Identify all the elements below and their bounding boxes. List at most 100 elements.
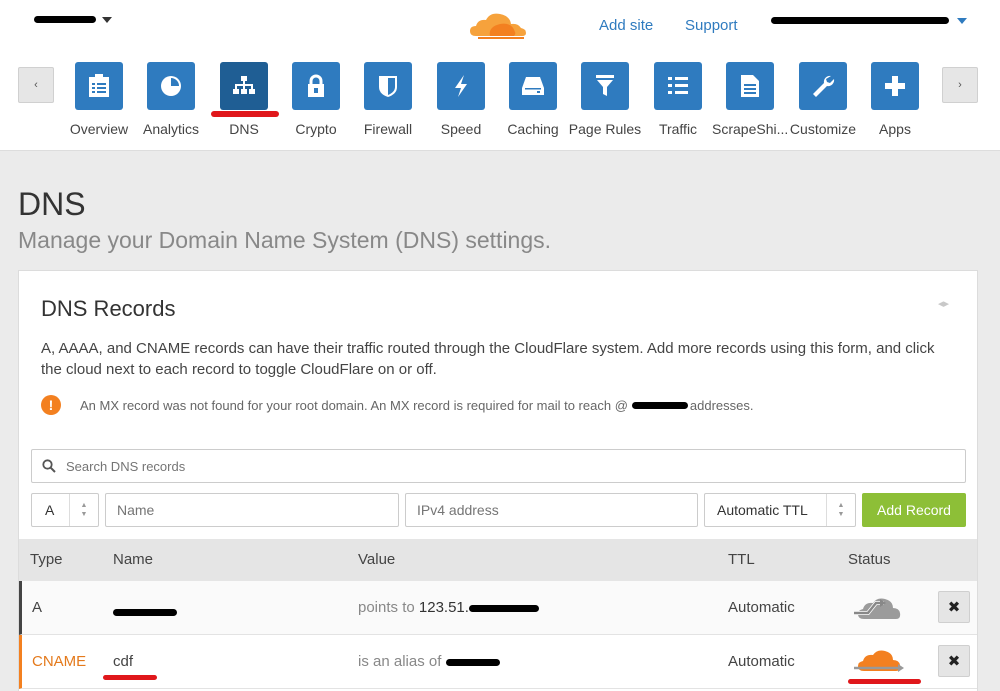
lock-icon — [292, 62, 340, 110]
table-row: CNAME cdf is an alias of Automatic ✖ — [19, 635, 977, 689]
app-crypto[interactable]: Crypto — [278, 62, 354, 137]
column-header-value: Value — [358, 551, 396, 568]
mx-warning: ! An MX record was not found for your ro… — [41, 395, 753, 415]
domain-selector[interactable] — [34, 16, 112, 23]
redacted-target — [445, 658, 500, 666]
search-input[interactable] — [66, 458, 916, 474]
drive-icon — [509, 62, 557, 110]
table-row: A points to 123.51. Automatic ✖ — [19, 581, 977, 635]
support-link[interactable]: Support — [685, 17, 738, 34]
page-subtitle: Manage your Domain Name System (DNS) set… — [18, 227, 552, 253]
collapse-icon[interactable]: ◂▸ — [938, 297, 949, 310]
overview-icon — [75, 62, 123, 110]
add-record-button[interactable]: Add Record — [862, 493, 966, 527]
app-label: Customize — [789, 121, 857, 137]
dns-only-cloud-icon[interactable] — [852, 593, 904, 623]
record-type: CNAME — [32, 653, 87, 670]
list-icon — [654, 62, 702, 110]
search-box[interactable] — [31, 449, 966, 483]
cloudflare-logo — [470, 13, 526, 39]
app-label: Analytics — [142, 121, 200, 137]
records-table-header: Type Name Value TTL Status — [19, 539, 977, 581]
top-bar: Add site Support ‹ › Overview Analytics … — [0, 0, 1000, 151]
app-traffic[interactable]: Traffic — [640, 62, 716, 137]
app-label: Firewall — [363, 121, 413, 137]
value-prefix: points to — [358, 599, 415, 616]
shield-icon — [364, 62, 412, 110]
page-title: DNS — [18, 186, 86, 222]
value-prefix: is an alias of — [358, 653, 442, 670]
account-menu[interactable] — [771, 17, 967, 24]
warning-icon: ! — [41, 395, 61, 415]
redacted-name — [113, 609, 177, 616]
app-label: Caching — [507, 121, 559, 137]
lightning-icon — [437, 62, 485, 110]
record-ttl[interactable]: Automatic — [728, 599, 795, 616]
mx-warning-before: An MX record was not found for your root… — [80, 397, 628, 413]
app-scrapeshield[interactable]: ScrapeShi... — [712, 62, 788, 137]
record-value: points to 123.51. — [358, 599, 539, 616]
analytics-icon — [147, 62, 195, 110]
record-type: A — [32, 599, 43, 616]
app-analytics[interactable]: Analytics — [133, 62, 209, 137]
ttl-select[interactable]: Automatic TTL ▲ ▼ — [704, 493, 856, 527]
value-visible: 123.51. — [418, 599, 469, 616]
card-description: A, AAAA, and CNAME records can have thei… — [41, 340, 935, 378]
document-icon — [726, 62, 774, 110]
app-speed[interactable]: Speed — [423, 62, 499, 137]
app-label: Overview — [69, 121, 129, 137]
dns-annotation-underline — [211, 111, 279, 117]
app-overview[interactable]: Overview — [61, 62, 137, 137]
column-header-status: Status — [848, 551, 891, 568]
ipv4-input[interactable] — [405, 493, 698, 527]
name-annotation-underline — [103, 675, 157, 680]
nav-prev-button[interactable]: ‹ — [18, 67, 54, 103]
stepper-icon: ▲ ▼ — [80, 502, 88, 518]
record-type-select[interactable]: A ▲ ▼ — [31, 493, 99, 527]
plus-icon — [871, 62, 919, 110]
name-input[interactable] — [105, 493, 399, 527]
stepper-icon: ▲ ▼ — [837, 502, 845, 518]
record-value: is an alias of — [358, 653, 500, 670]
dns-icon — [220, 62, 268, 110]
record-name[interactable] — [113, 603, 177, 620]
search-icon — [42, 459, 56, 473]
app-label: DNS — [229, 121, 259, 137]
status-annotation-underline — [848, 679, 921, 684]
record-ttl[interactable]: Automatic — [728, 653, 795, 670]
redacted-ip — [468, 604, 539, 612]
mx-warning-text: An MX record was not found for your root… — [80, 398, 753, 413]
column-header-type: Type — [30, 551, 63, 568]
app-dns[interactable]: DNS — [206, 62, 282, 137]
ttl-value: Automatic TTL — [705, 494, 827, 526]
record-name[interactable]: cdf — [113, 653, 133, 670]
filter-icon — [581, 62, 629, 110]
app-label: Traffic — [658, 121, 698, 137]
delete-record-button[interactable]: ✖ — [938, 591, 970, 623]
app-firewall[interactable]: Firewall — [350, 62, 426, 137]
column-header-ttl: TTL — [728, 551, 755, 568]
redacted-domain — [34, 16, 96, 23]
chevron-down-icon — [102, 16, 112, 23]
app-customize[interactable]: Customize — [785, 62, 861, 137]
nav-next-button[interactable]: › — [942, 67, 978, 103]
app-caching[interactable]: Caching — [495, 62, 571, 137]
chevron-down-icon — [957, 17, 967, 24]
redacted-account-email — [771, 17, 949, 24]
wrench-icon — [799, 62, 847, 110]
proxied-cloud-icon[interactable] — [852, 647, 904, 677]
app-apps[interactable]: Apps — [857, 62, 933, 137]
delete-record-button[interactable]: ✖ — [938, 645, 970, 677]
column-header-name: Name — [113, 551, 154, 568]
dns-records-card: DNS Records ◂▸ A, AAAA, and CNAME record… — [18, 270, 978, 691]
record-type-value: A — [32, 494, 70, 526]
app-label: Crypto — [295, 121, 337, 137]
card-title: DNS Records — [41, 296, 176, 321]
add-site-link[interactable]: Add site — [599, 17, 653, 34]
redacted-domain — [631, 401, 688, 409]
app-label: ScrapeShi... — [712, 121, 789, 137]
app-label: Apps — [879, 121, 911, 137]
app-page-rules[interactable]: Page Rules — [567, 62, 643, 137]
app-label: Page Rules — [568, 121, 642, 137]
app-label: Speed — [440, 121, 482, 137]
